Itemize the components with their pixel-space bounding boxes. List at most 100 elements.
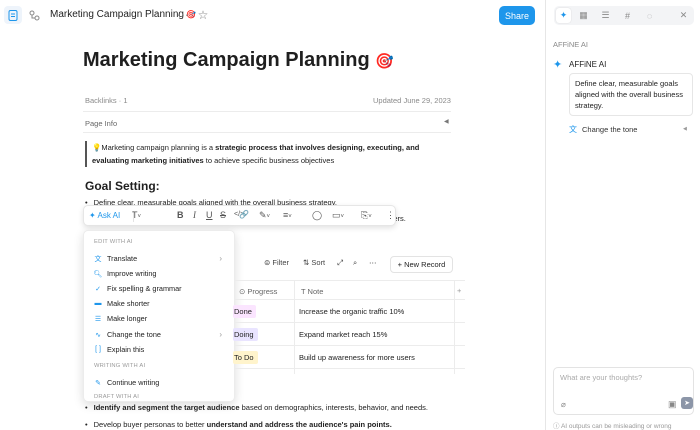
note-cell[interactable]: Expand market reach 15% (299, 330, 387, 339)
share-button[interactable]: Share (499, 6, 535, 25)
star-icon[interactable]: ☆ (194, 6, 212, 24)
status-label: To Do (234, 353, 254, 362)
longer-icon: ☰ (94, 315, 102, 323)
bullet-bold: understand and address the audience's pa… (206, 420, 392, 429)
top-doc-title-text: Marketing Campaign Planning (50, 9, 184, 20)
divider (83, 111, 451, 112)
header-progress[interactable]: ⊙ Progress (239, 287, 277, 296)
page-info[interactable]: Page Info (85, 119, 117, 128)
menu-item-improve[interactable]: 🔍︎ Improve writing (93, 267, 228, 280)
underline-icon[interactable]: U (206, 210, 213, 220)
menu-section-edit: EDIT WITH AI (94, 239, 133, 245)
more-icon[interactable]: ⋯ (174, 6, 192, 24)
collapse-icon[interactable]: ◀ (444, 118, 449, 125)
text-style-icon[interactable]: T˅ (132, 210, 141, 220)
link-icon[interactable]: 🔗 (239, 210, 249, 219)
quote-block[interactable]: 💡Marketing campaign planning is a strate… (85, 141, 445, 167)
clear-icon[interactable]: ⌀ (561, 400, 566, 409)
close-icon[interactable]: ✕ (676, 8, 691, 23)
menu-item-translate[interactable]: 文 Translate › (93, 252, 228, 265)
menu-item-fix-spelling[interactable]: ✓ Fix spelling & grammar (93, 282, 228, 295)
bullet-text: Develop buyer personas to better (93, 420, 207, 429)
outline-tab-icon[interactable]: ☰ (598, 8, 613, 23)
quote-text-end: to achieve specific business objectives (203, 156, 335, 165)
menu-item-label: Make longer (107, 314, 148, 323)
menu-item-explain[interactable]: [ ] Explain this (93, 343, 228, 356)
table-row[interactable]: To Do Build up awareness for more users (233, 346, 465, 369)
menu-item-label: Explain this (107, 345, 145, 354)
chevron-icon[interactable]: ◀ (683, 126, 687, 132)
italic-icon[interactable]: I (193, 210, 196, 220)
block-type-icon[interactable]: ▭˅ (332, 210, 344, 221)
panel-tabs: ✦ ▦ ☰ # ◌ ✕ (554, 6, 694, 25)
bold-icon[interactable]: B (177, 210, 184, 220)
divider (83, 132, 451, 133)
align-icon[interactable]: ≡˅ (283, 210, 292, 220)
copy-icon[interactable]: ⎘˅ (361, 210, 372, 221)
menu-item-label: Make shorter (107, 299, 150, 308)
menu-item-change-tone[interactable]: ∿ Change the tone › (93, 328, 228, 341)
translate-icon: 文 (94, 255, 102, 263)
highlight-icon[interactable]: ✎˅ (259, 210, 270, 221)
list-item[interactable]: Develop buyer personas to better underst… (85, 420, 392, 429)
bullet-text: based on demographics, interests, behavi… (239, 403, 428, 412)
add-column-icon[interactable]: + (457, 286, 461, 295)
status-badge[interactable]: To Do (233, 351, 258, 364)
table-more-icon[interactable]: ⋯ (369, 258, 377, 267)
chat-placeholder: What are your thoughts? (560, 373, 643, 382)
edgeless-mode-icon[interactable] (25, 6, 43, 24)
ask-ai-button[interactable]: ✦ Ask AI (89, 211, 120, 220)
chevron-right-icon: › (219, 254, 222, 263)
expand-icon[interactable]: ⤢ (337, 258, 343, 268)
more-options-icon[interactable]: ⋮ (386, 210, 395, 221)
comment-icon[interactable]: ◯ (312, 210, 322, 221)
search-icon[interactable]: ⌕ (353, 258, 357, 268)
menu-item-label: Continue writing (107, 378, 160, 387)
brackets-icon: [ ] (95, 346, 101, 353)
table-row[interactable]: Done Increase the organic traffic 10% (233, 300, 465, 323)
text-icon: T (301, 287, 306, 296)
list-item[interactable]: Identify and segment the target audience… (85, 403, 428, 412)
table-row[interactable]: Doing Expand market reach 15% (233, 323, 465, 346)
ai-menu: EDIT WITH AI 文 Translate › 🔍︎ Improve wr… (83, 230, 235, 402)
chat-action[interactable]: Change the tone (582, 125, 637, 134)
menu-item-continue[interactable]: ✎ Continue writing (93, 376, 228, 389)
send-icon[interactable]: ➤ (681, 397, 693, 409)
table-header-row: ⊙ Progress T Note + (235, 280, 465, 300)
image-icon[interactable]: ▣ (668, 399, 677, 410)
wave-icon: ∿ (95, 331, 101, 339)
shorter-icon: ▬ (94, 300, 102, 307)
filter-icon: ⊜ (264, 258, 271, 267)
column-divider (294, 280, 295, 374)
page-title[interactable]: Marketing Campaign Planning 🎯 (83, 49, 394, 72)
calendar-tab-icon[interactable]: ▦ (576, 8, 591, 23)
sparkle-icon: ✦ (553, 59, 563, 71)
search-icon: 🔍︎ (93, 270, 103, 278)
note-cell[interactable]: Build up awareness for more users (299, 353, 415, 362)
strikethrough-icon[interactable]: S (220, 210, 226, 220)
ask-ai-label: Ask AI (97, 211, 121, 220)
page-mode-icon[interactable] (4, 6, 22, 24)
backlinks[interactable]: Backlinks · 1 (85, 96, 128, 105)
page-title-text: Marketing Campaign Planning (83, 49, 370, 71)
status-badge[interactable]: Done (233, 305, 256, 318)
menu-item-longer[interactable]: ☰ Make longer (93, 312, 228, 325)
status-badge[interactable]: Doing (233, 328, 258, 341)
menu-item-shorter[interactable]: ▬ Make shorter (93, 297, 228, 310)
filter-button[interactable]: ⊜ Filter (264, 258, 289, 267)
sort-label: Sort (311, 258, 326, 267)
new-record-button[interactable]: + New Record (390, 256, 453, 273)
chat-input[interactable]: What are your thoughts? ⌀ ▣ ➤ (553, 367, 694, 415)
note-cell[interactable]: Increase the organic traffic 10% (299, 307, 404, 316)
goal-heading[interactable]: Goal Setting: (85, 179, 160, 193)
header-note[interactable]: T Note (301, 287, 323, 296)
top-bar: Marketing Campaign Planning 🎯 ⋯ ☆ Share (0, 0, 545, 30)
sort-button[interactable]: ⇅ Sort (303, 258, 325, 267)
ai-tab-icon[interactable]: ✦ (556, 8, 571, 23)
quote-text: 💡Marketing campaign planning is a (92, 143, 216, 152)
panel-header: AFFiNE AI (553, 40, 589, 49)
comment-tab-icon[interactable]: ◌ (642, 8, 657, 23)
frame-tab-icon[interactable]: # (620, 8, 635, 23)
bullet-bold: Identify and segment the target audience (93, 403, 240, 412)
menu-section-write: WRITING WITH AI (94, 363, 146, 369)
